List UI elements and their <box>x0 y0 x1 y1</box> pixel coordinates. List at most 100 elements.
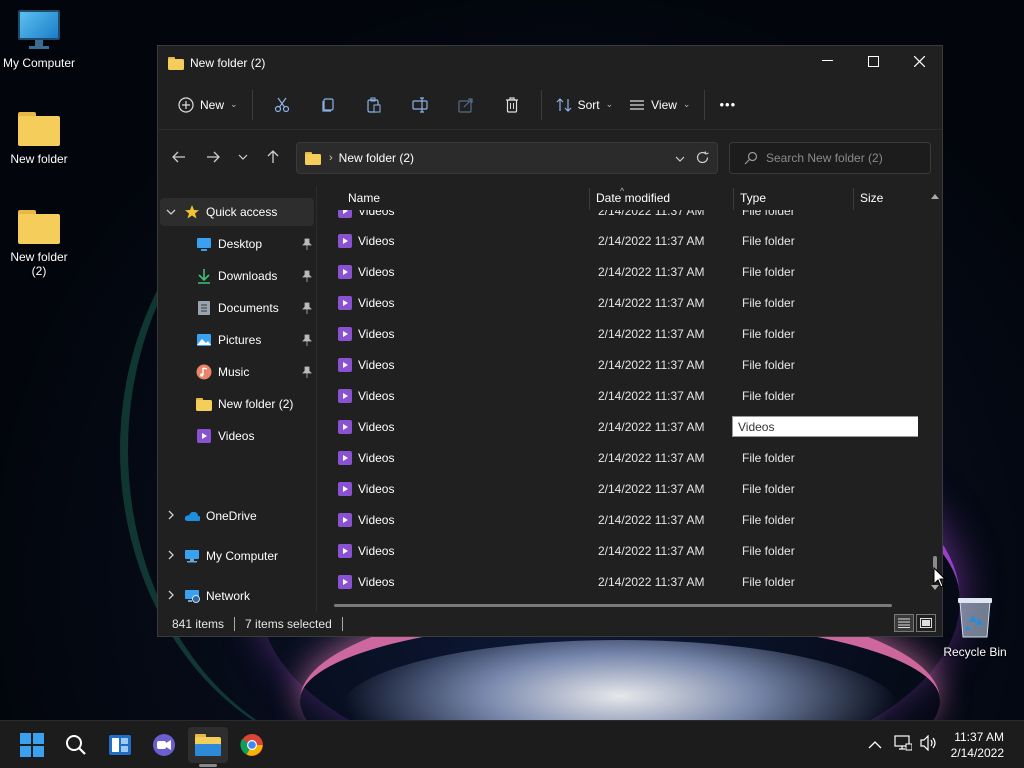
sidebar-item-documents[interactable]: Documents <box>160 294 314 322</box>
chat-button[interactable] <box>144 727 184 763</box>
view-button[interactable]: View ⌄ <box>621 89 698 121</box>
chevron-down-icon[interactable] <box>164 207 178 218</box>
column-header-type[interactable]: Type <box>740 186 854 210</box>
vertical-scrollbar[interactable] <box>930 192 940 592</box>
search-input[interactable] <box>766 151 916 165</box>
show-hidden-icons-button[interactable] <box>868 737 882 753</box>
sidebar-item-pictures[interactable]: Pictures <box>160 326 314 354</box>
column-header-date[interactable]: Date modified <box>596 186 732 210</box>
pane-divider[interactable] <box>316 186 317 612</box>
downloads-icon <box>196 268 212 284</box>
copy-icon[interactable] <box>313 90 343 120</box>
videos-folder-icon <box>338 389 352 403</box>
table-row[interactable]: Videos 2/14/2022 11:37 AM Videos <box>334 412 918 442</box>
more-options-button[interactable]: ••• <box>711 89 744 121</box>
table-row[interactable]: Videos 2/14/2022 11:37 AM File folder <box>334 381 914 411</box>
minimize-button[interactable] <box>804 46 850 76</box>
desktop-icon-new-folder-2[interactable]: New folder (2) <box>0 210 78 278</box>
file-name: Videos <box>358 420 395 434</box>
scroll-up-icon[interactable] <box>930 192 940 200</box>
new-button[interactable]: New ⌄ <box>170 89 246 121</box>
table-row[interactable]: Videos 2/14/2022 11:37 AM File folder <box>334 567 914 597</box>
breadcrumb-current[interactable]: New folder (2) <box>339 151 414 165</box>
column-header-size[interactable]: Size <box>860 186 920 210</box>
system-clock[interactable]: 11:37 AM 2/14/2022 <box>951 729 1004 761</box>
sidebar-item-my-computer[interactable]: My Computer <box>160 542 314 570</box>
horizontal-scrollbar[interactable] <box>334 604 892 607</box>
file-type: File folder <box>742 210 795 218</box>
chevron-right-icon[interactable] <box>164 590 178 603</box>
folder-icon <box>18 112 60 146</box>
onedrive-icon <box>184 508 200 524</box>
up-button[interactable] <box>256 142 290 172</box>
column-header-name[interactable]: Name <box>348 186 588 210</box>
folder-icon <box>196 396 212 412</box>
close-button[interactable] <box>896 46 942 76</box>
rename-icon[interactable] <box>405 90 435 120</box>
command-bar: New ⌄ Sort ⌄ View ⌄ ••• <box>158 80 942 130</box>
maximize-button[interactable] <box>850 46 896 76</box>
rename-input[interactable]: Videos <box>732 416 918 437</box>
nav-item-quick-access[interactable]: Quick access <box>160 198 314 226</box>
desktop-icon-label: New folder <box>10 152 68 166</box>
pin-icon <box>302 270 312 282</box>
table-row[interactable]: Videos 2/14/2022 11:37 AM File folder <box>334 536 914 566</box>
address-dropdown-button[interactable] <box>675 151 685 165</box>
file-date: 2/14/2022 11:37 AM <box>598 420 705 434</box>
file-explorer-taskbar-button[interactable] <box>188 727 228 763</box>
taskbar-search-button[interactable] <box>56 727 96 763</box>
table-row[interactable]: Videos 2/14/2022 11:37 AM File folder <box>334 288 914 318</box>
table-row[interactable]: Videos 2/14/2022 11:37 AM File folder <box>334 257 914 287</box>
table-row[interactable]: Videos 2/14/2022 11:37 AM File folder <box>334 443 914 473</box>
view-icon <box>630 99 645 110</box>
column-header-label: Type <box>740 191 767 205</box>
sidebar-item-onedrive[interactable]: OneDrive <box>160 502 314 530</box>
network-status-button[interactable] <box>894 735 913 754</box>
sidebar-item-music[interactable]: Music <box>160 358 314 386</box>
desktop-icon-recycle-bin[interactable]: Recycle Bin <box>942 596 1008 659</box>
paste-icon[interactable] <box>359 90 389 120</box>
table-row[interactable]: Videos 2/14/2022 11:37 AM File folder <box>334 226 914 256</box>
desktop-icon-my-computer[interactable]: My Computer <box>0 10 78 70</box>
back-button[interactable] <box>162 142 196 172</box>
sidebar-item-desktop[interactable]: Desktop <box>160 230 314 258</box>
status-item-count: 841 items <box>172 617 225 631</box>
refresh-button[interactable] <box>696 151 709 167</box>
title-bar[interactable]: New folder (2) <box>158 46 942 80</box>
desktop-icon-new-folder[interactable]: New folder <box>0 112 78 166</box>
search-box[interactable] <box>729 142 931 174</box>
widgets-button[interactable] <box>100 727 140 763</box>
share-icon[interactable] <box>451 90 481 120</box>
column-divider[interactable] <box>589 188 590 210</box>
table-row[interactable]: Videos 2/14/2022 11:37 AM File folder <box>334 505 914 535</box>
sidebar-item-videos[interactable]: Videos <box>160 422 314 450</box>
column-divider[interactable] <box>853 188 854 210</box>
chevron-right-icon[interactable] <box>164 510 178 523</box>
sidebar-item-new-folder-2[interactable]: New folder (2) <box>160 390 314 418</box>
address-bar[interactable]: › New folder (2) <box>296 142 718 174</box>
chevron-up-icon <box>868 741 882 749</box>
file-type: File folder <box>742 575 795 589</box>
large-icons-view-button[interactable] <box>916 614 936 632</box>
start-button[interactable] <box>12 727 52 763</box>
table-row[interactable]: Videos 2/14/2022 11:37 AM File folder <box>334 350 914 380</box>
sidebar-item-label: New folder (2) <box>218 397 294 411</box>
sort-button[interactable]: Sort ⌄ <box>548 89 622 121</box>
table-row[interactable]: Videos 2/14/2022 11:37 AM File folder <box>334 319 914 349</box>
chrome-button[interactable] <box>232 727 272 763</box>
column-divider[interactable] <box>733 188 734 210</box>
file-date: 2/14/2022 11:37 AM <box>598 265 705 279</box>
sidebar-item-network[interactable]: Network <box>160 582 314 610</box>
table-row[interactable]: Videos 2/14/2022 11:37 AM File folder <box>334 474 914 504</box>
details-view-button[interactable] <box>894 614 914 632</box>
table-row-partial[interactable]: Videos 2/14/2022 11:37 AM File folder <box>334 210 914 226</box>
sidebar-item-downloads[interactable]: Downloads <box>160 262 314 290</box>
videos-folder-icon <box>338 358 352 372</box>
delete-icon[interactable] <box>497 90 527 120</box>
forward-button[interactable] <box>196 142 230 172</box>
file-date: 2/14/2022 11:37 AM <box>598 389 705 403</box>
chevron-right-icon[interactable] <box>164 550 178 563</box>
cut-icon[interactable] <box>267 90 297 120</box>
recent-locations-button[interactable] <box>230 142 256 172</box>
volume-button[interactable] <box>920 734 938 754</box>
